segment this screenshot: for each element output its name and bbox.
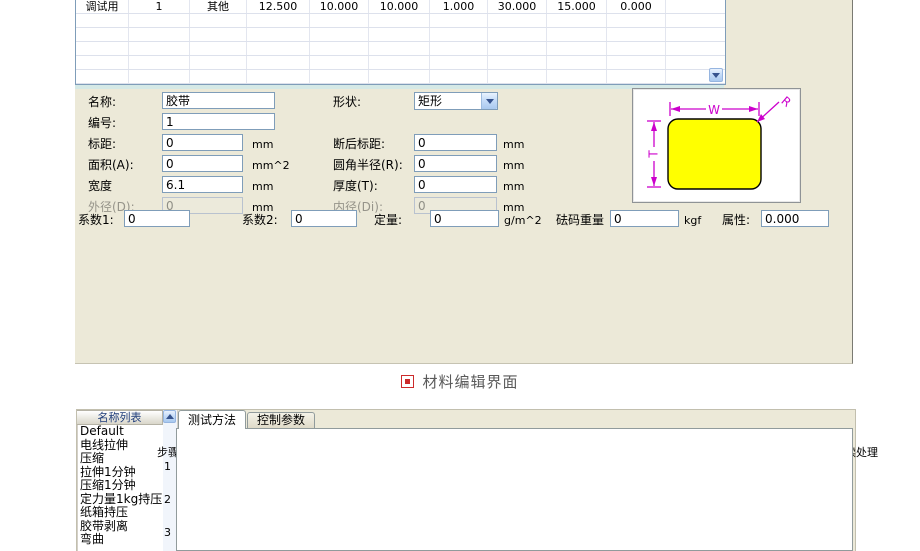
tab-control-params[interactable]: 控制参数 bbox=[247, 412, 315, 429]
tab-content bbox=[176, 428, 853, 551]
scroll-up-button[interactable] bbox=[163, 410, 176, 423]
list-item[interactable]: 弯曲 bbox=[78, 533, 164, 547]
break-gauge-label: 断后标距: bbox=[333, 138, 385, 150]
break-gauge-unit: mm bbox=[503, 139, 524, 150]
list-item[interactable]: 电线拉伸 bbox=[78, 439, 164, 453]
name-label: 名称: bbox=[88, 96, 116, 108]
cell-v5[interactable]: 30.000 bbox=[488, 0, 547, 13]
cell-v2[interactable]: 10.000 bbox=[310, 0, 369, 13]
break-gauge-input[interactable] bbox=[414, 134, 497, 151]
inner-dia-unit: mm bbox=[503, 202, 524, 213]
cell-v1[interactable]: 12.500 bbox=[247, 0, 310, 13]
table-hscroll-track[interactable] bbox=[75, 85, 724, 89]
cell-v6[interactable]: 15.000 bbox=[547, 0, 607, 13]
list-item[interactable]: 拉伸1分钟 bbox=[78, 466, 164, 480]
list-header: 名称列表 bbox=[77, 410, 163, 425]
figure-caption: 材料编辑界面 bbox=[0, 371, 920, 392]
gauge-label: 标距: bbox=[88, 138, 116, 150]
thickness-label: 厚度(T): bbox=[333, 180, 378, 192]
chevron-down-icon bbox=[712, 73, 720, 78]
shape-diagram-svg: W T R bbox=[633, 89, 800, 202]
list-item[interactable]: Default bbox=[78, 425, 164, 439]
table-row-empty bbox=[76, 14, 725, 28]
cell-v3[interactable]: 10.000 bbox=[369, 0, 430, 13]
coeff1-input[interactable] bbox=[124, 210, 190, 227]
cell-type[interactable]: 其他 bbox=[190, 0, 247, 13]
specimen-shape bbox=[668, 119, 761, 189]
grammage-unit: g/m^2 bbox=[504, 215, 542, 226]
cell-number[interactable]: 1 bbox=[129, 0, 190, 13]
coeff2-label: 系数2: bbox=[242, 214, 278, 226]
name-input[interactable] bbox=[162, 92, 275, 109]
outer-dia-unit: mm bbox=[252, 202, 273, 213]
table-row-empty bbox=[76, 70, 725, 84]
list-item[interactable]: 压缩 bbox=[78, 452, 164, 466]
weight-label: 砝码重量 bbox=[556, 214, 604, 226]
list-item[interactable]: 定力量1kg持压 bbox=[78, 493, 164, 507]
chevron-up-icon bbox=[166, 414, 174, 419]
test-method-panel: Default 电线拉伸 压缩 拉伸1分钟 压缩1分钟 定力量1kg持压 纸箱持… bbox=[77, 410, 855, 551]
cell-v4[interactable]: 1.000 bbox=[430, 0, 488, 13]
area-input[interactable] bbox=[162, 155, 243, 172]
attribute-label: 属性: bbox=[722, 214, 750, 226]
attribute-input[interactable] bbox=[761, 210, 829, 227]
width-unit: mm bbox=[252, 181, 273, 192]
step-number: 1 bbox=[164, 460, 171, 473]
shape-label: 形状: bbox=[333, 96, 361, 108]
grammage-input[interactable] bbox=[430, 210, 499, 227]
width-input[interactable] bbox=[162, 176, 243, 193]
number-input[interactable] bbox=[162, 113, 275, 130]
chevron-down-icon bbox=[486, 99, 494, 104]
shape-select[interactable]: 矩形 bbox=[414, 92, 498, 110]
area-unit: mm^2 bbox=[252, 160, 290, 171]
list-item[interactable]: 压缩1分钟 bbox=[78, 479, 164, 493]
shape-diagram: W T R bbox=[632, 88, 801, 203]
tab-test-method[interactable]: 测试方法 bbox=[178, 410, 246, 429]
cell-name[interactable]: 调试用 bbox=[76, 0, 129, 13]
thickness-input[interactable] bbox=[414, 176, 497, 193]
table-row-empty bbox=[76, 42, 725, 56]
table-row-empty bbox=[76, 56, 725, 70]
cell-v7[interactable]: 0.000 bbox=[607, 0, 666, 13]
step-number: 2 bbox=[164, 493, 171, 506]
dim-r-label: R bbox=[779, 94, 794, 110]
list-item[interactable]: 纸箱持压 bbox=[78, 506, 164, 520]
table-row-empty bbox=[76, 28, 725, 42]
coeff1-label: 系数1: bbox=[78, 214, 114, 226]
table-row[interactable]: 调试用 1 其他 12.500 10.000 10.000 1.000 30.0… bbox=[76, 0, 725, 14]
corner-radius-unit: mm bbox=[503, 160, 524, 171]
list-item[interactable]: 胶带剥离 bbox=[78, 520, 164, 534]
weight-input[interactable] bbox=[610, 210, 679, 227]
corner-radius-label: 圆角半径(R): bbox=[333, 159, 403, 171]
step-number: 3 bbox=[164, 526, 171, 539]
coeff2-input[interactable] bbox=[291, 210, 357, 227]
weight-unit: kgf bbox=[684, 215, 701, 226]
red-square-bullet-icon bbox=[401, 375, 414, 388]
method-name-list: Default 电线拉伸 压缩 拉伸1分钟 压缩1分钟 定力量1kg持压 纸箱持… bbox=[77, 410, 164, 551]
corner-radius-input[interactable] bbox=[414, 155, 497, 172]
thickness-unit: mm bbox=[503, 181, 524, 192]
grammage-label: 定量: bbox=[374, 214, 402, 226]
dim-w-label: W bbox=[708, 103, 720, 117]
number-label: 编号: bbox=[88, 117, 116, 129]
caption-text: 材料编辑界面 bbox=[422, 371, 518, 392]
area-label: 面积(A): bbox=[88, 159, 134, 171]
gauge-input[interactable] bbox=[162, 134, 243, 151]
materials-table: 调试用 1 其他 12.500 10.000 10.000 1.000 30.0… bbox=[75, 0, 726, 85]
width-label: 宽度 bbox=[88, 180, 112, 192]
material-editor-panel: 调试用 1 其他 12.500 10.000 10.000 1.000 30.0… bbox=[75, 0, 853, 364]
gauge-unit: mm bbox=[252, 139, 273, 150]
scroll-down-button[interactable] bbox=[709, 68, 723, 82]
dim-t-label: T bbox=[647, 150, 661, 159]
